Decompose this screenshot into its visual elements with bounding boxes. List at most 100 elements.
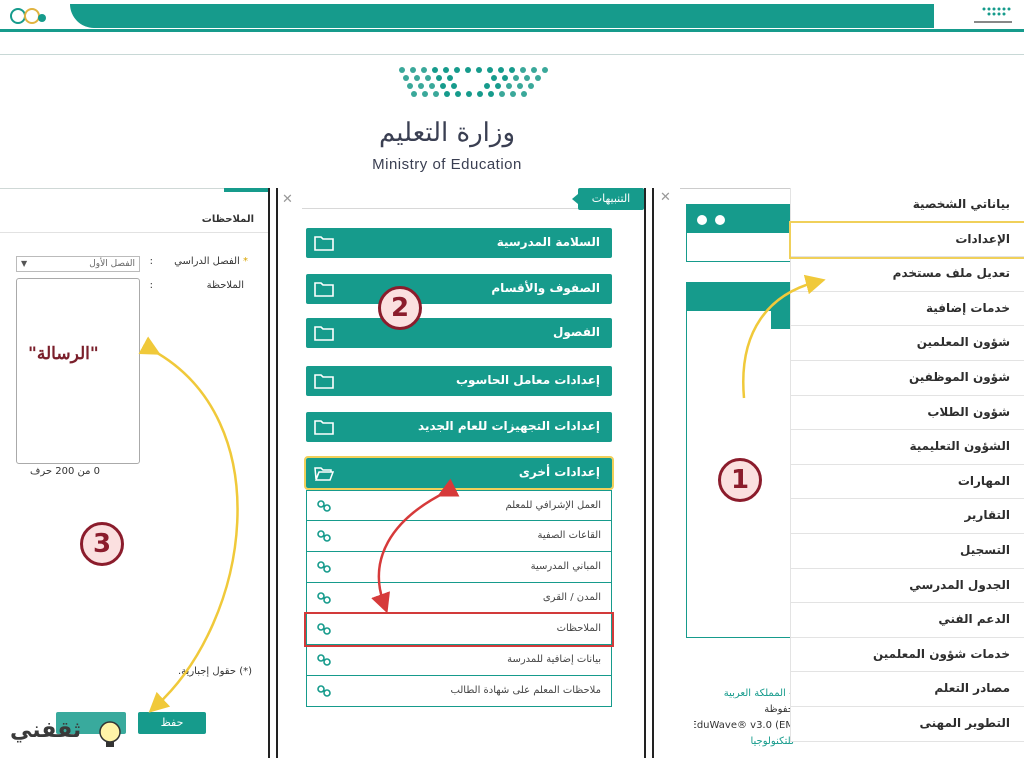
menu-item[interactable]: بياناتي الشخصية [791,188,1024,223]
note-label: الملاحظة [206,280,244,291]
link-icon [317,530,331,542]
note-textarea[interactable] [16,278,140,464]
settings-link-label: القاعات الصفية [537,530,601,541]
step-badge-3: 3 [80,522,124,566]
settings-link-label: ملاحظات المعلم على شهادة الطالب [450,685,601,696]
menu-item-label: الجدول المدرسي [909,577,1010,592]
logo-arabic-text: وزارة التعليم [378,118,516,148]
folder-button[interactable]: إعدادات معامل الحاسوب [306,366,612,396]
panel-tab-line [0,188,226,208]
save-button[interactable]: حفظ [138,712,206,734]
dashboard-card [686,204,792,262]
menu-item[interactable]: تعديل ملف مستخدم [791,257,1024,292]
colon: : [149,280,153,291]
menu-item[interactable]: الشؤون التعليمية [791,430,1024,465]
link-icon [317,685,331,697]
menu-item[interactable]: شؤون المعلمين [791,326,1024,361]
menu-item[interactable]: المهارات [791,465,1024,500]
menu-item[interactable]: مصادر التعلم [791,672,1024,707]
required-fields-note: (*) حقول إجبارية. [178,666,253,677]
folder-button[interactable]: إعدادات أخرى [304,456,614,490]
footer-copyright: – المملكة العربية [723,688,794,699]
logo-english-text: Ministry of Education [372,156,522,173]
folder-label: إعدادات التجهيزات للعام الجديد [418,419,600,433]
link-icon [317,654,331,666]
semester-select[interactable]: الفصل الأول ▼ [16,256,140,272]
menu-item-label: شؤون الطلاب [927,404,1010,419]
folder-icon [314,282,334,297]
link-icon [317,561,331,573]
other-settings-list: العمل الإشرافي للمعلم القاعات الصفية المبا… [304,490,614,707]
menu-item[interactable]: التقارير [791,499,1024,534]
menu-item[interactable]: الإعدادات [789,220,1024,260]
watermark-text: ثقفني [10,718,82,743]
settings-link-label: العمل الإشرافي للمعلم [505,500,601,511]
menu-item[interactable]: الدعم الفني [791,603,1024,638]
settings-link-label: الملاحظات [556,623,601,634]
menu-item[interactable]: الجدول المدرسي [791,569,1024,604]
header-divider [0,54,1024,55]
folder-label: الصفوف والأقسام [491,281,600,295]
settings-link-label: المباني المدرسية [530,561,601,572]
folder-button[interactable]: إعدادات التجهيزات للعام الجديد [306,412,612,442]
notes-form-title: الملاحظات [201,214,254,225]
footer-company: للتكنولوجيا [750,736,794,747]
banner-underline [0,29,1024,32]
link-icon [317,623,331,635]
folder-label: الفصول [552,325,600,339]
settings-link-item[interactable]: ملاحظات المعلم على شهادة الطالب [306,676,612,707]
step-badge-2: 2 [378,286,422,330]
settings-panel: ✕ التنبيهات السلامة المدرسية الصفوف والأق… [276,188,646,758]
panel-tab-line [302,208,578,209]
panel-tab-accent [224,188,268,192]
menu-item[interactable]: خدمات إضافية [791,292,1024,327]
menu-item[interactable]: خدمات شؤون المعلمين [791,638,1024,673]
required-star: * [243,256,248,267]
banner-band [70,4,934,28]
notes-form-panel: الملاحظات * الفصل الدراسي : الفصل الأول … [0,188,270,758]
menu-item-label: الدعم الفني [938,612,1010,627]
menu-item-label: بياناتي الشخصية [912,197,1010,211]
folder-open-icon [314,467,334,481]
alerts-tab[interactable]: التنبيهات [572,188,644,210]
settings-link-item[interactable]: العمل الإشرافي للمعلم [306,490,612,521]
menu-item-label: شؤون المعلمين [916,335,1010,350]
menu-item[interactable]: شؤون الطلاب [791,396,1024,431]
folder-button[interactable]: الصفوف والأقسام [306,274,612,304]
menu-item-label: التسجيل [960,542,1010,557]
main-menu-panel: ✕ – المملكة العربية حفوظة EduWave® v3.0 … [652,188,1024,758]
footer-version: EduWave® v3.0 (EM [694,720,794,731]
folder-button[interactable]: السلامة المدرسية [306,228,612,258]
dropdown-arrow-icon: ▼ [21,259,28,268]
folder-label: إعدادات معامل الحاسوب [455,373,600,387]
settings-link-item[interactable]: الملاحظات [304,612,614,647]
settings-link-item[interactable]: المدن / القرى [306,583,612,614]
close-icon[interactable]: ✕ [660,190,671,205]
colon: : [149,256,153,267]
menu-item-label: خدمات إضافية [926,300,1010,315]
close-icon[interactable]: ✕ [282,192,293,207]
folder-button[interactable]: الفصول [306,318,612,348]
link-icon [317,500,331,512]
card-tab [771,311,791,329]
menu-item[interactable]: شؤون الموظفين [791,361,1024,396]
settings-link-item[interactable]: بيانات إضافية للمدرسة [306,645,612,676]
menu-item[interactable]: التسجيل [791,534,1024,569]
menu-item-label: الإعدادات [955,231,1010,246]
footer-rights: حفوظة [764,704,794,715]
menu-item-label: شؤون الموظفين [908,369,1010,384]
menu-item[interactable]: التطوير المهنى [791,707,1024,742]
menu-item-label: الشؤون التعليمية [909,439,1010,454]
settings-link-item[interactable]: القاعات الصفية [306,521,612,552]
folder-icon [314,374,334,389]
folder-icon [314,420,334,435]
menu-item-label: مصادر التعلم [934,681,1010,696]
settings-link-item[interactable]: المباني المدرسية [306,552,612,583]
semester-label: * الفصل الدراسي [174,256,248,267]
link-icon [317,592,331,604]
folder-label: إعدادات أخرى [518,465,600,479]
settings-link-label: بيانات إضافية للمدرسة [507,654,601,665]
ministry-mini-logo-icon [974,7,1012,23]
side-menu: بياناتي الشخصية الإعدادات تعديل ملف مستخدم… [789,188,1024,742]
folder-icon [314,236,334,251]
